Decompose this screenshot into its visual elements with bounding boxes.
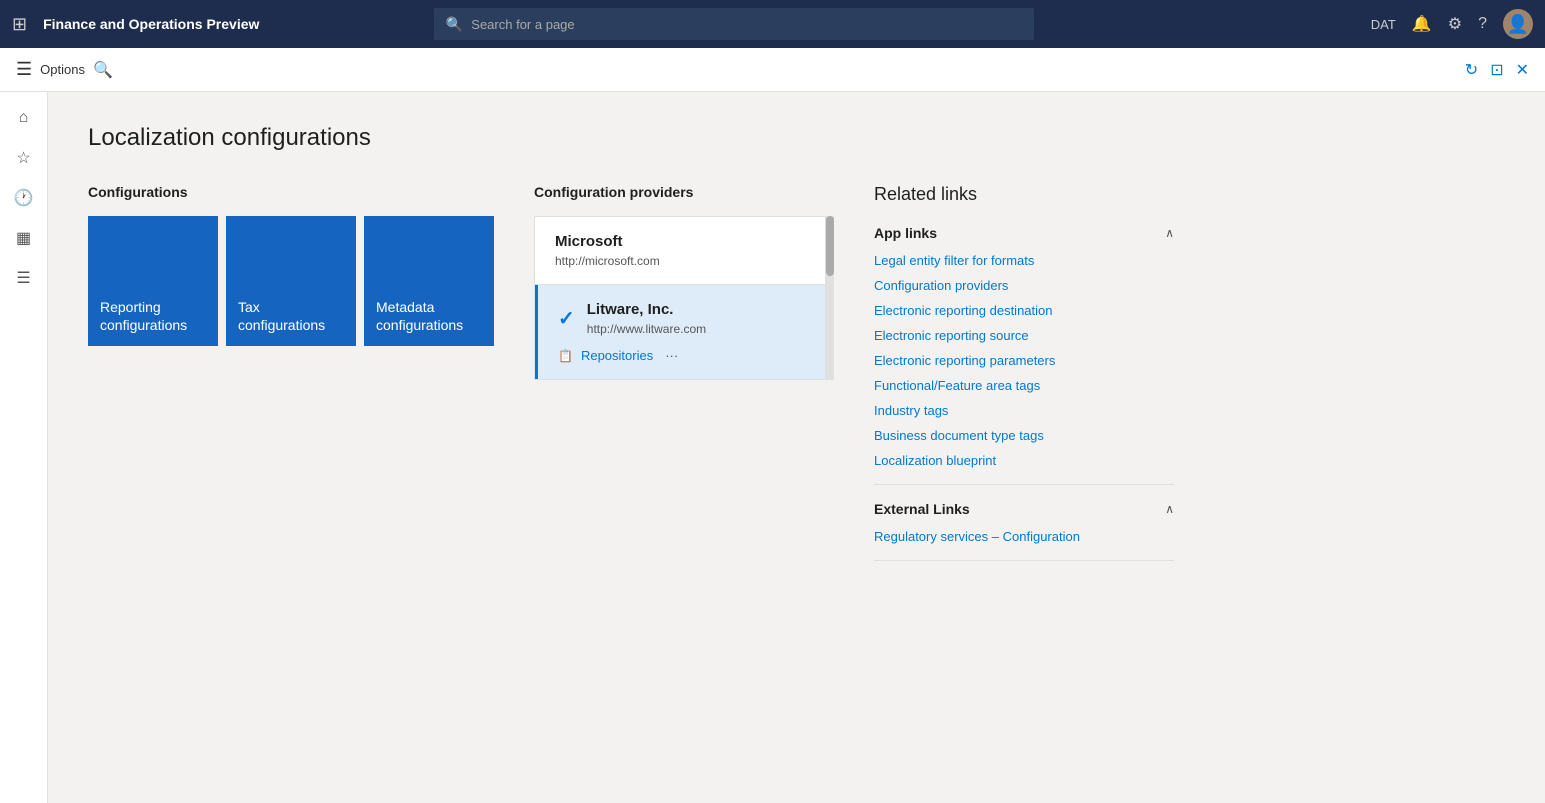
refresh-icon[interactable]: ↻ [1465, 60, 1478, 80]
provider-litware[interactable]: ✓ Litware, Inc. http://www.litware.com 📋… [535, 285, 825, 379]
provider-litware-name: Litware, Inc. [587, 301, 706, 318]
external-links-title: External Links [874, 501, 970, 517]
providers-scrollbar[interactable] [826, 216, 834, 380]
provider-microsoft-name: Microsoft [555, 233, 805, 250]
more-actions-icon[interactable]: ··· [665, 348, 678, 363]
notification-icon[interactable]: 🔔 [1412, 14, 1432, 34]
sidebar-workspace-icon[interactable]: ▦ [6, 220, 42, 256]
providers-wrapper: Microsoft http://microsoft.com ✓ Litware… [534, 216, 834, 380]
sidebar-star-icon[interactable]: ☆ [6, 140, 42, 176]
sidebar-clock-icon[interactable]: 🕐 [6, 180, 42, 216]
open-new-window-icon[interactable]: ⊡ [1490, 60, 1503, 80]
external-links-items: Regulatory services – Configuration [874, 529, 1174, 544]
help-icon[interactable]: ? [1478, 15, 1487, 33]
provider-litware-url: http://www.litware.com [587, 322, 706, 336]
avatar[interactable]: 👤 [1503, 9, 1533, 39]
external-links-toggle-icon[interactable]: ∧ [1165, 502, 1174, 516]
app-links-header: App links ∧ [874, 225, 1174, 241]
link-industry-tags[interactable]: Industry tags [874, 403, 1174, 418]
app-links-items: Legal entity filter for formats Configur… [874, 253, 1174, 468]
search-icon: 🔍 [446, 16, 463, 33]
top-nav: ⊞ Finance and Operations Preview 🔍 DAT 🔔… [0, 0, 1545, 48]
link-legal-entity[interactable]: Legal entity filter for formats [874, 253, 1174, 268]
content-area: Localization configurations Configuratio… [48, 92, 1545, 803]
sidebar-list-icon[interactable]: ☰ [6, 260, 42, 296]
providers-list-wrapper: Microsoft http://microsoft.com ✓ Litware… [534, 216, 826, 380]
link-er-parameters[interactable]: Electronic reporting parameters [874, 353, 1174, 368]
link-config-providers[interactable]: Configuration providers [874, 278, 1174, 293]
link-functional-feature-tags[interactable]: Functional/Feature area tags [874, 378, 1174, 393]
top-nav-right: DAT 🔔 ⚙ ? 👤 [1371, 9, 1533, 39]
main-layout: ⌂ ☆ 🕐 ▦ ☰ Localization configurations Co… [0, 92, 1545, 803]
search-bar[interactable]: 🔍 [434, 8, 1034, 40]
options-bar: ☰ Options 🔍 ↻ ⊡ ✕ [0, 48, 1545, 92]
scrollbar-thumb [826, 216, 834, 276]
link-business-document-type-tags[interactable]: Business document type tags [874, 428, 1174, 443]
related-links-section: Related links App links ∧ Legal entity f… [874, 184, 1174, 577]
providers-heading: Configuration providers [534, 184, 834, 200]
repositories-label[interactable]: Repositories [581, 348, 653, 363]
options-bar-right: ↻ ⊡ ✕ [1465, 60, 1529, 80]
providers-section: Configuration providers Microsoft http:/… [534, 184, 834, 380]
hamburger-icon[interactable]: ☰ [16, 59, 32, 80]
repository-icon: 📋 [558, 349, 573, 363]
options-search-icon[interactable]: 🔍 [93, 60, 113, 80]
app-links-title: App links [874, 225, 937, 241]
sidebar-home-icon[interactable]: ⌂ [6, 100, 42, 136]
page-title: Localization configurations [88, 124, 1505, 152]
link-localization-blueprint[interactable]: Localization blueprint [874, 453, 1174, 468]
sections-row: Configurations Reporting configurations … [88, 184, 1505, 577]
options-label: Options [40, 62, 85, 77]
close-icon[interactable]: ✕ [1516, 60, 1529, 80]
provider-litware-actions: 📋 Repositories ··· [558, 348, 805, 363]
link-er-destination[interactable]: Electronic reporting destination [874, 303, 1174, 318]
divider-2 [874, 560, 1174, 561]
user-badge: DAT [1371, 17, 1396, 32]
config-tiles: Reporting configurations Tax configurati… [88, 216, 494, 346]
metadata-configurations-tile[interactable]: Metadata configurations [364, 216, 494, 346]
search-input[interactable] [471, 17, 1022, 32]
settings-icon[interactable]: ⚙ [1448, 14, 1462, 34]
reporting-configurations-tile[interactable]: Reporting configurations [88, 216, 218, 346]
grid-icon[interactable]: ⊞ [12, 14, 27, 35]
tax-configurations-tile[interactable]: Tax configurations [226, 216, 356, 346]
external-links-header: External Links ∧ [874, 501, 1174, 517]
link-er-source[interactable]: Electronic reporting source [874, 328, 1174, 343]
app-links-toggle-icon[interactable]: ∧ [1165, 226, 1174, 240]
litware-info: Litware, Inc. http://www.litware.com [587, 301, 706, 336]
related-links-heading: Related links [874, 184, 1174, 205]
link-regulatory-services[interactable]: Regulatory services – Configuration [874, 529, 1174, 544]
providers-list: Microsoft http://microsoft.com ✓ Litware… [534, 216, 826, 380]
provider-microsoft-url: http://microsoft.com [555, 254, 805, 268]
provider-microsoft[interactable]: Microsoft http://microsoft.com [535, 217, 825, 285]
litware-checkmark-icon: ✓ [558, 306, 575, 331]
configurations-section: Configurations Reporting configurations … [88, 184, 494, 346]
app-title: Finance and Operations Preview [43, 16, 259, 32]
divider-1 [874, 484, 1174, 485]
left-sidebar: ⌂ ☆ 🕐 ▦ ☰ [0, 92, 48, 803]
configurations-heading: Configurations [88, 184, 494, 200]
